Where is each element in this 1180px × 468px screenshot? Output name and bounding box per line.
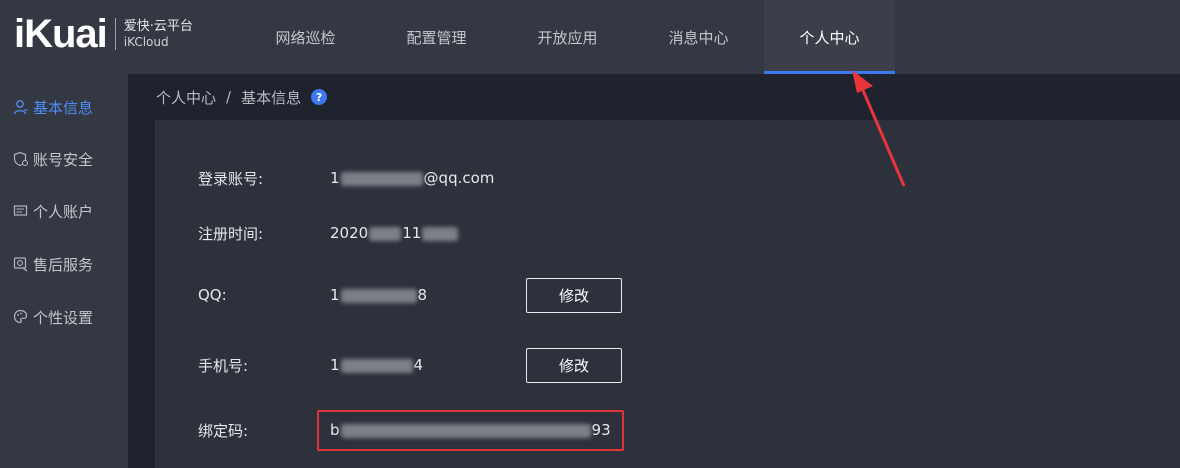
sidebar-item-personal-account[interactable]: 个人账户 <box>12 198 93 224</box>
help-icon[interactable]: ? <box>311 89 328 105</box>
nav-config-management[interactable]: 配置管理 <box>371 0 502 74</box>
qq-suffix: 8 <box>417 286 428 304</box>
account-row: 登录账号: 1 @qq.com <box>198 166 494 190</box>
nav-open-apps[interactable]: 开放应用 <box>502 0 633 74</box>
logo-en: iKCloud <box>123 35 169 49</box>
nav-message-center[interactable]: 消息中心 <box>633 0 764 74</box>
sidebar-item-account-security[interactable]: 账号安全 <box>12 146 93 172</box>
qq-row: QQ: 18 <box>198 283 427 307</box>
redacted-mask <box>369 226 402 241</box>
logo-mark: iKuai <box>14 12 108 56</box>
logo-divider <box>114 18 116 50</box>
phone-suffix: 4 <box>413 356 424 374</box>
qq-label: QQ: <box>198 286 227 304</box>
sidebar-item-personal-settings[interactable]: 个性设置 <box>12 304 93 330</box>
sidebar-item-label: 账号安全 <box>33 150 94 169</box>
register-time-label: 注册时间: <box>198 224 264 243</box>
account-suffix: @qq.com <box>423 169 495 187</box>
logo-text: 爱快·云平台 iKCloud <box>124 18 193 50</box>
basic-info-panel: 登录账号: 1 @qq.com 注册时间: 2020 11 QQ: 18 修改 手机… <box>155 120 1180 468</box>
qq-value: 18 <box>330 286 427 304</box>
account-label: 登录账号: <box>198 169 264 188</box>
breadcrumb: 个人中心 / 基本信息 ? <box>156 85 328 109</box>
qq-prefix: 1 <box>330 286 340 304</box>
register-time-value: 2020 11 <box>330 224 459 242</box>
main-nav: 网络巡检 配置管理 开放应用 消息中心 个人中心 <box>240 0 895 74</box>
breadcrumb-separator: / <box>226 88 232 106</box>
phone-value: 14 <box>330 356 423 374</box>
redacted-mask <box>340 288 417 303</box>
palette-icon <box>12 308 30 326</box>
bind-code-highlight-box <box>317 410 624 451</box>
user-icon <box>12 98 30 116</box>
edit-phone-button[interactable]: 修改 <box>526 348 622 383</box>
register-time-row: 注册时间: 2020 11 <box>198 221 459 245</box>
nav-network-inspection[interactable]: 网络巡检 <box>240 0 371 74</box>
sidebar-item-label: 基本信息 <box>33 98 94 117</box>
breadcrumb-current: 基本信息 <box>241 88 302 107</box>
bind-code-label: 绑定码: <box>198 421 249 440</box>
phone-label: 手机号: <box>198 356 249 375</box>
nav-personal-center[interactable]: 个人中心 <box>764 0 895 74</box>
redacted-mask <box>340 358 413 373</box>
sidebar-item-basic-info[interactable]: 基本信息 <box>12 94 93 120</box>
sidebar-item-after-sales[interactable]: 售后服务 <box>12 251 93 277</box>
sidebar-item-label: 个性设置 <box>33 308 94 327</box>
redacted-mask <box>422 226 459 241</box>
register-prefix: 2020 <box>330 224 369 242</box>
account-prefix: 1 <box>330 169 340 187</box>
annotation-arrow-icon <box>852 70 906 187</box>
phone-prefix: 1 <box>330 356 340 374</box>
service-icon <box>12 255 30 273</box>
brand-logo[interactable]: iKuai 爱快·云平台 iKCloud <box>14 14 193 54</box>
account-value: 1 @qq.com <box>330 169 494 187</box>
top-navbar: iKuai 爱快·云平台 iKCloud 网络巡检 配置管理 开放应用 消息中心… <box>0 0 1180 74</box>
sidebar-item-label: 售后服务 <box>33 255 94 274</box>
account-card-icon <box>12 202 30 220</box>
edit-qq-button[interactable]: 修改 <box>526 278 622 313</box>
sidebar-item-label: 个人账户 <box>33 202 94 221</box>
sidebar: 基本信息 账号安全 个人账户 售后服务 个性设置 <box>0 74 128 468</box>
register-mid: 11 <box>402 224 422 242</box>
breadcrumb-parent[interactable]: 个人中心 <box>156 87 216 108</box>
redacted-mask <box>340 171 423 186</box>
logo-cn: 爱快·云平台 <box>123 19 193 34</box>
shield-icon <box>12 150 30 168</box>
phone-row: 手机号: 14 <box>198 353 423 377</box>
